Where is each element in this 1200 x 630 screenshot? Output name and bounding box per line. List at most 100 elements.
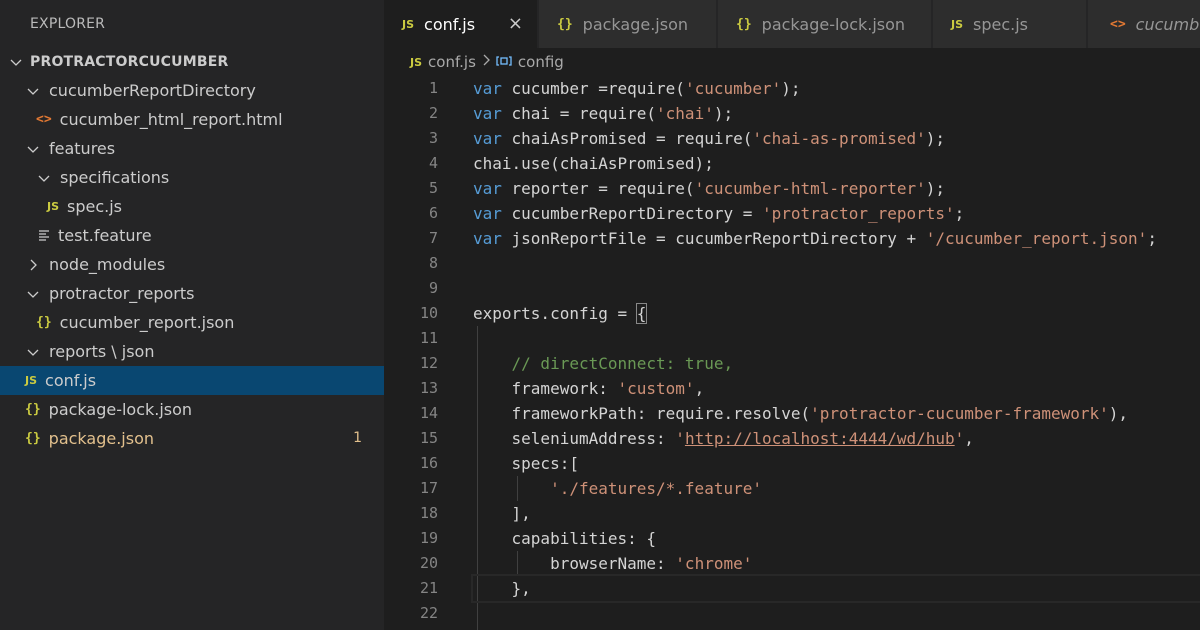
javascript-file-icon: JS bbox=[402, 17, 415, 31]
chevron-down-icon bbox=[27, 346, 39, 358]
line-number: 16 bbox=[419, 454, 438, 472]
tab-label: cucumbe bbox=[1135, 14, 1200, 34]
tree-item-file[interactable]: test.feature bbox=[0, 221, 384, 250]
tab-label: spec.js bbox=[973, 14, 1029, 34]
chevron-down-icon bbox=[10, 56, 22, 68]
editor-tabs: JS conf.js × {} package.json {} package-… bbox=[384, 0, 1200, 48]
code-line[interactable]: exports.config = { bbox=[473, 301, 1200, 326]
tree-item-file[interactable]: <> cucumber_html_report.html bbox=[0, 105, 384, 134]
code-token: 'protractor-cucumber-framework' bbox=[810, 404, 1109, 423]
code-token: var bbox=[473, 129, 502, 148]
code-line[interactable]: './features/*.feature' bbox=[473, 476, 1200, 501]
code-line[interactable]: capabilities: { bbox=[473, 526, 1200, 551]
tree-item-label: protractor_reports bbox=[49, 284, 195, 303]
line-number: 8 bbox=[428, 254, 438, 272]
line-number: 4 bbox=[428, 154, 438, 172]
explorer-sidebar: EXPLORER PROTRACTORCUCUMBER cucumberRepo… bbox=[0, 0, 384, 630]
line-number: 2 bbox=[428, 104, 438, 122]
code-token: reporter = require( bbox=[501, 179, 695, 198]
code-token: browserName: bbox=[473, 554, 676, 573]
json-file-icon: {} bbox=[557, 16, 573, 32]
tree-item-folder[interactable]: cucumberReportDirectory bbox=[0, 76, 384, 105]
tree-item-label: node_modules bbox=[49, 255, 166, 274]
root-folder-label: PROTRACTORCUCUMBER bbox=[30, 53, 229, 70]
tree-item-folder[interactable]: protractor_reports bbox=[0, 279, 384, 308]
breadcrumb-file[interactable]: conf.js bbox=[428, 53, 476, 71]
code-token: ); bbox=[713, 104, 734, 123]
tab-label: package.json bbox=[582, 14, 688, 34]
line-number: 19 bbox=[419, 529, 438, 547]
code-token: chai = require( bbox=[501, 104, 657, 123]
code-line[interactable]: seleniumAddress: 'http://localhost:4444/… bbox=[473, 426, 1200, 451]
code-token: chaiAsPromised = require( bbox=[501, 129, 753, 148]
chevron-down-icon bbox=[38, 172, 50, 184]
code-line[interactable] bbox=[473, 251, 1200, 276]
tree-item-folder[interactable]: reports \ json bbox=[0, 337, 384, 366]
line-number: 11 bbox=[419, 329, 438, 347]
code-token: chai.use(chaiAsPromised); bbox=[473, 154, 714, 173]
code-token: { bbox=[635, 303, 648, 324]
code-line[interactable]: // directConnect: true, bbox=[473, 351, 1200, 376]
chevron-down-icon bbox=[27, 288, 39, 300]
code-token: jsonReportFile = cucumberReportDirectory… bbox=[501, 229, 926, 248]
tree-item-file[interactable]: {} package.json 1 bbox=[0, 424, 384, 453]
code-line[interactable]: browserName: 'chrome' bbox=[473, 551, 1200, 576]
breadcrumb-symbol[interactable]: config bbox=[518, 53, 564, 71]
code-line[interactable] bbox=[473, 326, 1200, 351]
code-line[interactable]: var jsonReportFile = cucumberReportDirec… bbox=[473, 226, 1200, 251]
tree-item-file-selected[interactable]: JS conf.js bbox=[0, 366, 384, 395]
code-token: ); bbox=[781, 79, 801, 98]
tab-package-json[interactable]: {} package.json bbox=[539, 0, 717, 48]
code-token: 'chrome' bbox=[675, 554, 753, 573]
code-line[interactable]: var cucumber =require('cucumber'); bbox=[473, 76, 1200, 101]
tree-item-file[interactable]: {} package-lock.json bbox=[0, 395, 384, 424]
code-token: var bbox=[473, 104, 502, 123]
code-line[interactable]: }, bbox=[471, 574, 1200, 603]
code-line[interactable]: ], bbox=[473, 501, 1200, 526]
tree-item-folder[interactable]: specifications bbox=[0, 163, 384, 192]
code-line[interactable] bbox=[473, 276, 1200, 301]
line-number: 1 bbox=[428, 79, 438, 97]
tree-item-folder[interactable]: node_modules bbox=[0, 250, 384, 279]
tab-conf-js[interactable]: JS conf.js × bbox=[384, 0, 538, 48]
explorer-title: EXPLORER bbox=[30, 16, 106, 32]
line-number: 5 bbox=[428, 179, 438, 197]
tree-item-file[interactable]: JS spec.js bbox=[0, 192, 384, 221]
code-editor[interactable]: 1 2 3 4 5 6 7 8 9 10 11 12 13 14 15 16 17 18 19 20 21 22 var … bbox=[384, 76, 1200, 630]
chevron-down-icon bbox=[27, 85, 39, 97]
code-token: '/cucumber_report.json' bbox=[925, 229, 1148, 248]
line-number: 20 bbox=[419, 554, 438, 572]
code-token: framework: bbox=[473, 379, 618, 398]
tree-item-label: cucumberReportDirectory bbox=[49, 81, 256, 100]
tree-item-folder[interactable]: features bbox=[0, 134, 384, 163]
code-line[interactable] bbox=[473, 601, 1200, 626]
code-line[interactable]: frameworkPath: require.resolve('protract… bbox=[473, 401, 1200, 426]
code-area[interactable]: var cucumber =require('cucumber'); var ch… bbox=[471, 76, 1200, 630]
code-token: frameworkPath: require.resolve( bbox=[473, 404, 811, 423]
code-token: , bbox=[964, 429, 974, 448]
tab-cucumber-html[interactable]: <> cucumbe bbox=[1088, 0, 1200, 48]
code-token: }, bbox=[473, 579, 531, 598]
code-token: 'chai' bbox=[656, 104, 714, 123]
code-line[interactable]: framework: 'custom', bbox=[473, 376, 1200, 401]
code-token: ), bbox=[1108, 404, 1129, 423]
line-number: 9 bbox=[428, 279, 438, 297]
code-line[interactable]: var chai = require('chai'); bbox=[473, 101, 1200, 126]
chevron-right-icon bbox=[27, 259, 39, 271]
tree-item-file[interactable]: {} cucumber_report.json bbox=[0, 308, 384, 337]
code-line[interactable]: specs:[ bbox=[473, 451, 1200, 476]
tab-package-lock-json[interactable]: {} package-lock.json bbox=[718, 0, 932, 48]
tab-spec-js[interactable]: JS spec.js bbox=[933, 0, 1087, 48]
tree-root[interactable]: PROTRACTORCUCUMBER bbox=[0, 47, 384, 76]
code-line[interactable]: chai.use(chaiAsPromised); bbox=[473, 151, 1200, 176]
code-token: 'chai-as-promised' bbox=[752, 129, 926, 148]
close-icon[interactable]: × bbox=[508, 13, 523, 34]
code-line[interactable]: var chaiAsPromised = require('chai-as-pr… bbox=[473, 126, 1200, 151]
javascript-file-icon: JS bbox=[951, 17, 964, 31]
tree-item-label: package-lock.json bbox=[48, 400, 193, 419]
code-line[interactable]: var reporter = require('cucumber-html-re… bbox=[473, 176, 1200, 201]
line-number: 3 bbox=[428, 129, 438, 147]
code-line[interactable]: var cucumberReportDirectory = 'protracto… bbox=[473, 201, 1200, 226]
code-token: ' bbox=[954, 429, 965, 448]
code-token: 'custom' bbox=[617, 379, 695, 398]
